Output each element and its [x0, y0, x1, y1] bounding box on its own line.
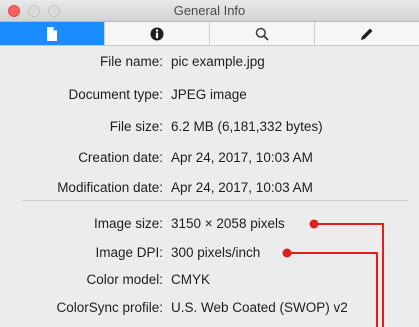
annotation-overlay [282, 219, 384, 327]
annotation-line [314, 223, 384, 327]
annotation-line [287, 252, 378, 327]
